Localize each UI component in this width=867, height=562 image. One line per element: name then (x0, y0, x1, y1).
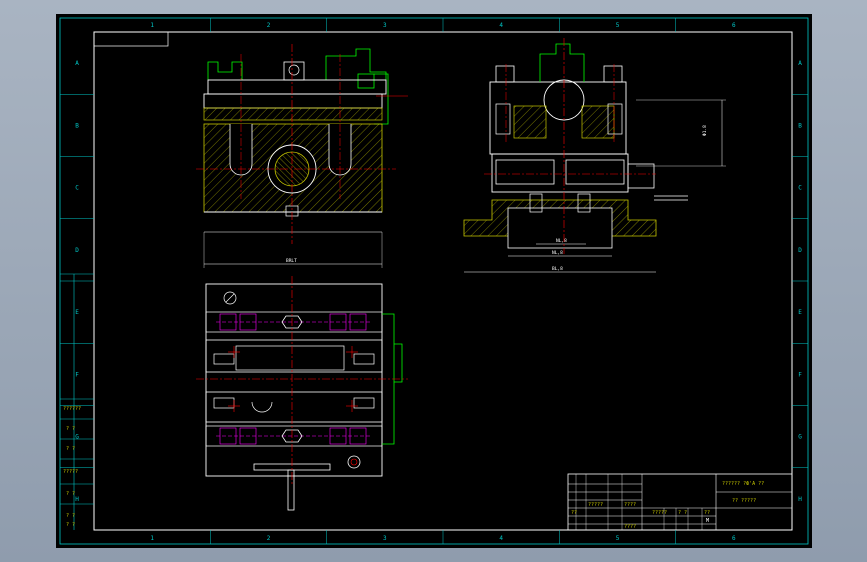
row-label: C (75, 185, 79, 192)
side-strip-cell: ? ? (66, 446, 75, 452)
title-block-sheet-label: ????? (652, 510, 667, 516)
side-strip-cell: ????? (63, 469, 78, 475)
title-block-drawing-no: ?? ????? (732, 498, 756, 504)
column-label: 6 (732, 22, 736, 29)
side-base-dim: BL,8 (552, 266, 563, 272)
column-label: 2 (267, 22, 271, 29)
column-label: 3 (383, 22, 387, 29)
side-strip: ?????? ? ? ? ? ????? ? ? ? ? ? ? (60, 398, 94, 528)
side-inner-dim: NL,8 (556, 238, 567, 244)
side-strip-cell: ? ? (66, 491, 75, 497)
side-strip-cell: ? ? (66, 522, 75, 528)
drawing-sheet: 123456 123456 ABCDEFGH ABCDEFGH ?????? ?… (59, 17, 809, 545)
side-height-dim: Φ1.8 (702, 125, 708, 136)
column-label: 1 (150, 535, 154, 542)
row-label: A (798, 60, 802, 67)
column-label: 2 (267, 535, 271, 542)
side-strip-cell: ? ? (66, 426, 75, 432)
title-block-title: ?????? ?Ф'A ?? (722, 481, 764, 487)
column-label: 6 (732, 535, 736, 542)
row-label: B (798, 122, 802, 129)
drawing-canvas[interactable]: 123456 123456 ABCDEFGH ABCDEFGH ?????? ?… (56, 14, 812, 548)
title-block-cell: ????? (588, 502, 603, 508)
row-label: F (798, 371, 802, 378)
row-label: C (798, 185, 802, 192)
row-label: H (75, 496, 79, 503)
row-label: F (75, 371, 79, 378)
row-label: G (75, 434, 79, 441)
side-view[interactable]: Φ1.8 NL,8 NL,8 BL,8 (463, 38, 726, 273)
title-block-scale: ? ? (678, 510, 687, 516)
side-strip-cell: ? ? (66, 513, 75, 519)
column-label: 5 (616, 22, 620, 29)
row-labels-left: A B C D E F G H (75, 60, 79, 503)
title-block-mark: M (706, 518, 709, 524)
title-block-cell: ?? (571, 510, 577, 516)
title-block-cell: ???? (624, 502, 636, 508)
column-label: 1 (150, 22, 154, 29)
outer-frame (59, 17, 809, 545)
row-label: D (798, 247, 802, 254)
row-label: H (798, 496, 802, 503)
column-label: 5 (616, 535, 620, 542)
front-width-dim: BRLT (286, 258, 297, 264)
title-block-cell: ???? (624, 524, 636, 530)
row-label: A (75, 60, 79, 67)
side-strip-cell: ?????? (63, 406, 81, 412)
column-label: 3 (383, 535, 387, 542)
corner-box (93, 31, 169, 47)
column-label: 4 (499, 22, 503, 29)
inner-frame (93, 31, 793, 531)
row-label: B (75, 122, 79, 129)
row-label: E (75, 309, 79, 316)
top-view[interactable] (196, 276, 408, 511)
title-block-count: ?? (704, 510, 710, 516)
column-label: 4 (499, 535, 503, 542)
row-label: D (75, 247, 79, 254)
row-labels-right: A B C D E F G H (798, 60, 802, 503)
front-view[interactable]: BRLT (196, 44, 408, 268)
title-block[interactable]: ?????? ?Ф'A ?? ?? ????? ????? ? ? ?? M ?… (567, 473, 793, 531)
row-label: G (798, 434, 802, 441)
side-mid-dim: NL,8 (552, 250, 563, 256)
row-label: E (798, 309, 802, 316)
